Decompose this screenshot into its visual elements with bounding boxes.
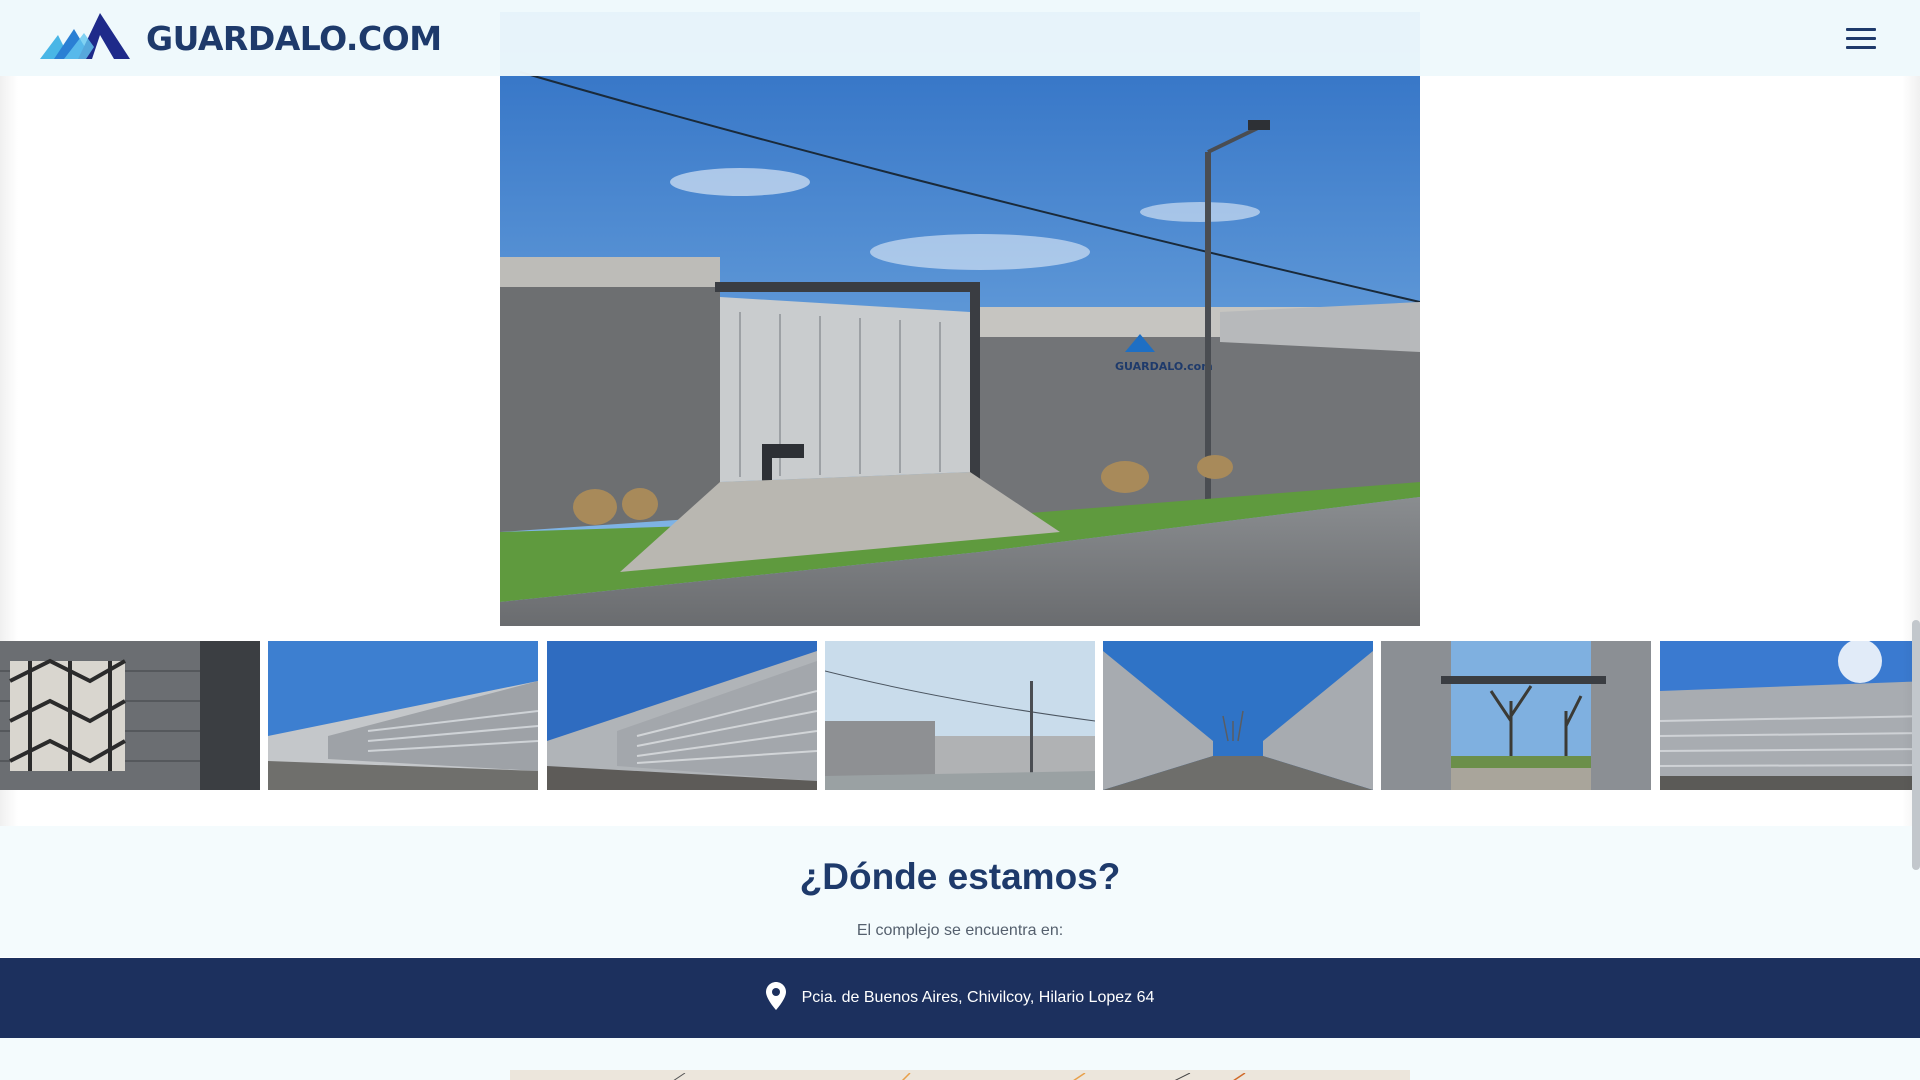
- embedded-map[interactable]: [510, 1070, 1410, 1080]
- thumbnail-strip: [0, 641, 1920, 790]
- site-header: GUARDALO.COM: [0, 0, 1920, 76]
- map-container: [0, 1038, 1920, 1080]
- address-text: Pcia. de Buenos Aires, Chivilcoy, Hilari…: [801, 989, 1155, 1006]
- brand-home-link[interactable]: GUARDALO.COM: [40, 12, 442, 64]
- main-photo[interactable]: GUARDALO.com: [500, 12, 1420, 626]
- thumb-storage-row-1[interactable]: [268, 641, 538, 790]
- location-title: ¿Dónde estamos?: [799, 856, 1121, 897]
- thumb-wall-lamp[interactable]: [0, 641, 260, 790]
- photo-gallery: GUARDALO.com: [0, 0, 1920, 826]
- map-pin-icon: [765, 981, 786, 1015]
- hamburger-menu-icon[interactable]: [1846, 18, 1886, 58]
- location-section: ¿Dónde estamos? El complejo se encuentra…: [0, 826, 1920, 957]
- location-subtitle: El complejo se encuentra en:: [856, 922, 1064, 939]
- thumb-storage-sun[interactable]: [1660, 641, 1920, 790]
- wall-sign: GUARDALO.com: [1115, 360, 1213, 373]
- mountain-logo-icon: [40, 12, 130, 64]
- page-scrollbar[interactable]: [1912, 620, 1920, 870]
- address-bar: Pcia. de Buenos Aires, Chivilcoy, Hilari…: [0, 958, 1920, 1038]
- thumb-entrance-wide[interactable]: [825, 641, 1095, 790]
- thumb-storage-aisle[interactable]: [1103, 641, 1373, 790]
- thumb-gate-trees[interactable]: [1381, 641, 1651, 790]
- brand-name: GUARDALO.COM: [146, 18, 442, 58]
- thumb-storage-row-2[interactable]: [547, 641, 817, 790]
